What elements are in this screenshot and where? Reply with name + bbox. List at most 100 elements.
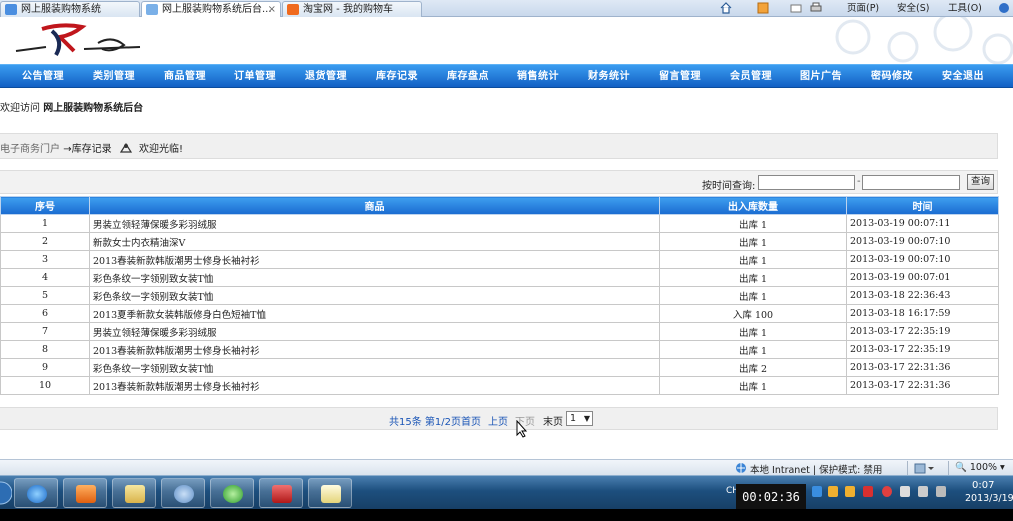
network-icon[interactable]: [918, 486, 928, 497]
nav-item-categories[interactable]: 类别管理: [79, 65, 149, 88]
intranet-zone-icon: [736, 463, 746, 473]
cell-qty: 出库 1: [659, 286, 847, 305]
browser-tab-shop-front[interactable]: 网上服装购物系统: [0, 1, 140, 17]
cell-qty: 出库 1: [659, 250, 847, 269]
column-header-product: 商品: [89, 196, 660, 215]
page-icon: [146, 4, 158, 15]
taskbar-messenger-button[interactable]: [210, 478, 254, 508]
cell-no: 6: [0, 304, 90, 323]
end-date-input[interactable]: [862, 175, 960, 190]
table-row: 5 彩色条纹一字领别致女装T恤 出库 1 2013-03-18 22:36:43: [0, 286, 999, 305]
browser-tab-admin[interactable]: 网上服装购物系统后台... ×: [141, 1, 281, 17]
table-row: 7 男装立领轻薄保暖多彩羽绒服 出库 1 2013-03-17 22:35:19: [0, 322, 999, 341]
tray-icon[interactable]: [812, 486, 822, 497]
notepad-icon: [321, 485, 341, 503]
breadcrumb-current: 库存记录: [71, 144, 112, 155]
browser-status-bar: 本地 Intranet | 保护模式: 禁用 🔍 100% ▾: [0, 459, 1013, 476]
nav-item-sales-stats[interactable]: 销售统计: [503, 65, 573, 88]
volume-icon[interactable]: [936, 486, 946, 497]
cell-time: 2013-03-17 22:35:19: [846, 322, 999, 341]
taskbar-media-button[interactable]: [63, 478, 107, 508]
antivirus-icon[interactable]: [863, 486, 873, 497]
last-page-link[interactable]: 末页: [543, 413, 563, 428]
security-zone-text[interactable]: 本地 Intranet | 保护模式: 禁用: [750, 462, 882, 476]
cell-time: 2013-03-17 22:31:36: [846, 358, 999, 377]
cell-no: 1: [0, 214, 90, 233]
qq-icon[interactable]: [845, 486, 855, 497]
welcome-line: 欢迎访问 网上服装购物系统后台: [0, 101, 143, 117]
query-button[interactable]: 查询: [967, 174, 994, 190]
table-header-row: 序号 商品 出入库数量 时间: [0, 196, 999, 215]
browser-tab-taobao[interactable]: 淘宝网 - 我的购物车: [282, 1, 422, 17]
column-header-no: 序号: [0, 196, 90, 215]
feeds-icon[interactable]: [757, 2, 769, 14]
nav-item-products[interactable]: 商品管理: [150, 65, 220, 88]
breadcrumb-home[interactable]: 电子商务门户: [0, 144, 60, 155]
nav-item-stocktake[interactable]: 库存盘点: [433, 65, 503, 88]
tray-icon[interactable]: [900, 486, 910, 497]
cell-qty: 出库 1: [659, 232, 847, 251]
start-date-input[interactable]: [758, 175, 855, 190]
breadcrumb: 电子商务门户 →库存记录 欢迎光临!: [0, 140, 183, 155]
nav-item-notices[interactable]: 公告管理: [8, 65, 78, 88]
taskbar-explorer-button[interactable]: [112, 478, 156, 508]
taskbar-notepad-button[interactable]: [308, 478, 352, 508]
page-select[interactable]: 1 ▼: [566, 411, 593, 426]
prev-page-link[interactable]: 上页: [488, 413, 508, 428]
breadcrumb-bar: 电子商务门户 →库存记录 欢迎光临!: [0, 133, 998, 159]
start-button[interactable]: [0, 480, 12, 506]
home-icon[interactable]: [720, 2, 732, 14]
nav-item-stock-records[interactable]: 库存记录: [362, 65, 432, 88]
tab-label: 淘宝网 - 我的购物车: [303, 4, 393, 15]
cell-time: 2013-03-18 22:36:43: [846, 286, 999, 305]
tab-label: 网上服装购物系统后台...: [162, 4, 272, 15]
taskbar-ie-button[interactable]: [14, 478, 58, 508]
first-page-link[interactable]: 首页: [461, 413, 481, 428]
cell-product: 彩色条纹一字领别致女装T恤: [89, 286, 660, 305]
protected-mode-icon[interactable]: [914, 463, 934, 474]
clock-date[interactable]: 2013/3/19: [965, 493, 1013, 504]
print-icon[interactable]: [810, 2, 822, 14]
clock-time[interactable]: 0:07: [972, 480, 994, 491]
cell-no: 3: [0, 250, 90, 269]
status-divider: [948, 461, 949, 475]
qq-icon[interactable]: [828, 486, 838, 497]
status-divider: [907, 461, 908, 475]
nav-item-logout[interactable]: 安全退出: [928, 65, 998, 88]
nav-item-finance-stats[interactable]: 财务统计: [574, 65, 644, 88]
nav-item-password[interactable]: 密码修改: [857, 65, 927, 88]
cell-qty: 出库 1: [659, 340, 847, 359]
table-row: 3 2013春装新款韩版潮男士修身长袖衬衫 出库 1 2013-03-19 00…: [0, 250, 999, 269]
taobao-icon: [287, 4, 299, 15]
cell-time: 2013-03-19 00:07:11: [846, 214, 999, 233]
mail-icon[interactable]: [790, 2, 802, 14]
nav-item-orders[interactable]: 订单管理: [220, 65, 290, 88]
weibo-icon[interactable]: [882, 486, 892, 497]
cell-qty: 出库 1: [659, 268, 847, 287]
nav-item-image-ads[interactable]: 图片广告: [786, 65, 856, 88]
column-header-qty: 出入库数量: [659, 196, 847, 215]
page-menu[interactable]: 页面(P): [847, 1, 879, 16]
help-icon[interactable]: [998, 2, 1010, 14]
cell-product: 男装立领轻薄保暖多彩羽绒服: [89, 214, 660, 233]
app-icon: [174, 485, 194, 503]
taskbar-dreamweaver-button[interactable]: [161, 478, 205, 508]
app-icon: [272, 485, 292, 503]
messenger-icon: [223, 485, 243, 503]
nav-item-returns[interactable]: 退货管理: [291, 65, 361, 88]
close-icon[interactable]: ×: [268, 2, 276, 17]
table-row: 4 彩色条纹一字领别致女装T恤 出库 1 2013-03-19 00:07:01: [0, 268, 999, 287]
safety-menu[interactable]: 安全(S): [897, 1, 929, 16]
cell-qty: 出库 1: [659, 214, 847, 233]
cell-no: 7: [0, 322, 90, 341]
tools-menu[interactable]: 工具(O): [948, 1, 982, 16]
site-header: [0, 17, 1013, 64]
nav-item-messages[interactable]: 留言管理: [645, 65, 715, 88]
browser-tab-strip: 网上服装购物系统 网上服装购物系统后台... × 淘宝网 - 我的购物车 页面(…: [0, 0, 1013, 17]
taskbar-app-button[interactable]: [259, 478, 303, 508]
zoom-level[interactable]: 🔍 100% ▾: [955, 462, 1005, 473]
pagination-bar: 共15条 第1/2页 首页 上页 下页 末页 1 ▼: [0, 407, 998, 430]
welcome-icon: [119, 142, 132, 153]
table-row: 2 新款女士内衣精油深V 出库 1 2013-03-19 00:07:10: [0, 232, 999, 251]
nav-item-members[interactable]: 会员管理: [716, 65, 786, 88]
